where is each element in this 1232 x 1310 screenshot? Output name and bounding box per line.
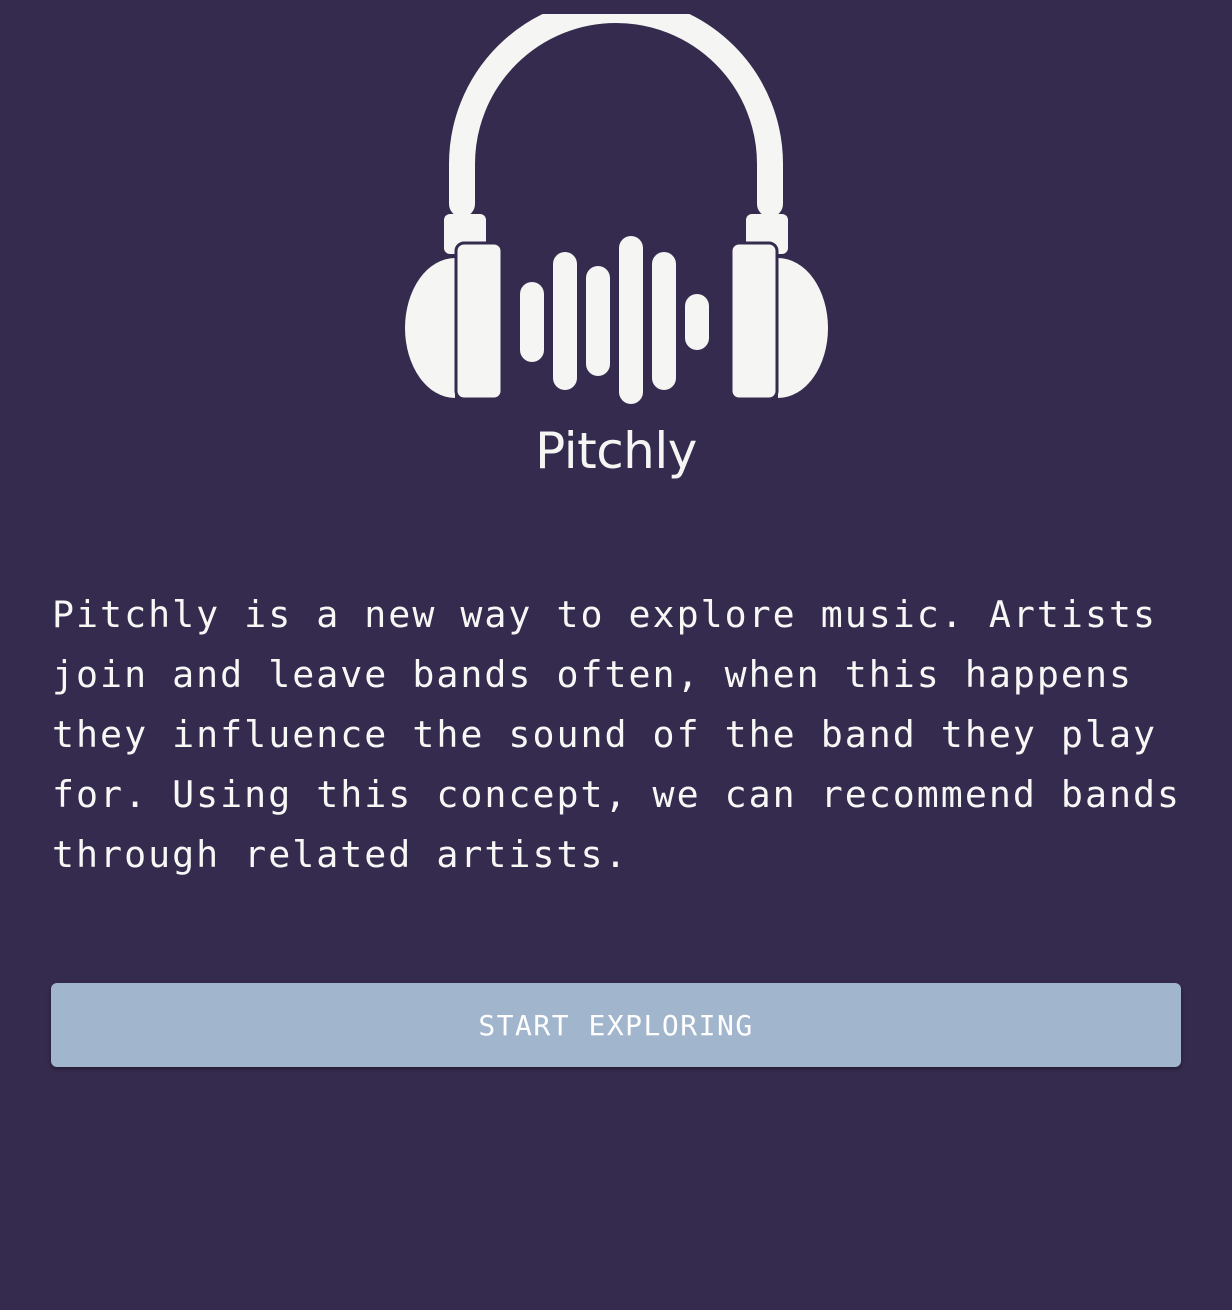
pitchly-logo <box>400 14 832 414</box>
start-exploring-button[interactable]: START EXPLORING <box>51 983 1181 1067</box>
app-name: Pitchly <box>535 422 697 480</box>
headphones-soundwave-icon <box>405 14 828 404</box>
app-description: Pitchly is a new way to explore music. A… <box>52 593 1182 876</box>
